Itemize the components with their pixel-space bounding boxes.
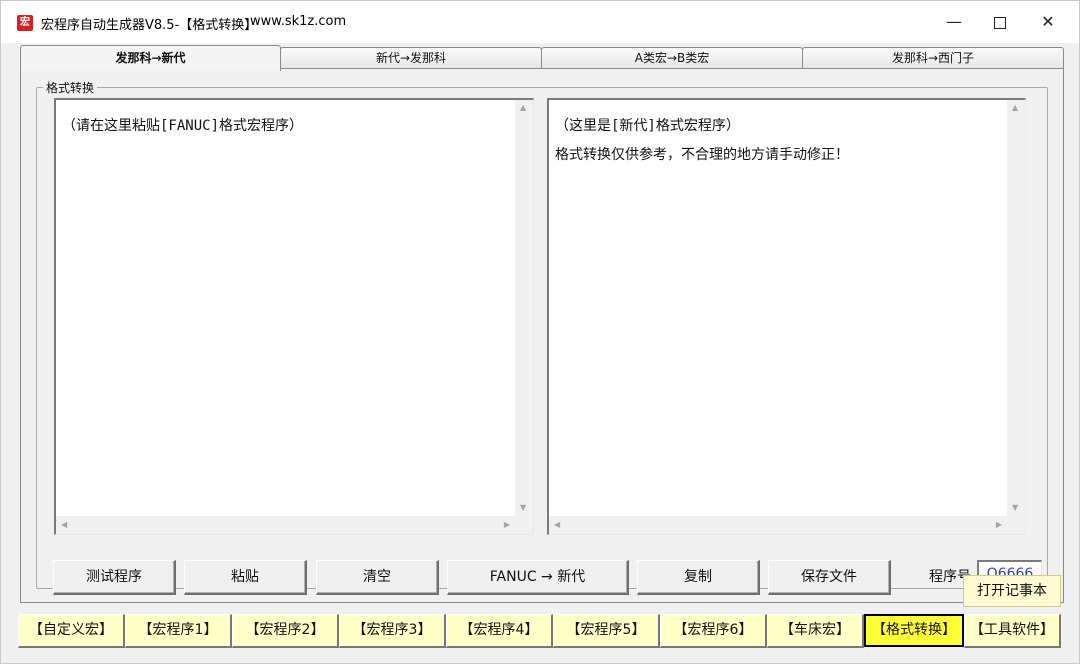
scrollbar-corner [515, 516, 533, 534]
title-bar: 宏 宏程序自动生成器V8.5-【格式转换】 www.sk1z.com — ✕ [1, 1, 1079, 43]
syntec-output-textarea[interactable]: （这里是[新代]格式宏程序） 格式转换仅供参考，不合理的地方请手动修正！ ▲ ▼… [547, 98, 1026, 535]
fanuc-input-textarea[interactable]: （请在这里粘贴[FANUC]格式宏程序） ▲ ▼ ◀ ▶ [54, 98, 534, 535]
minimize-icon: — [946, 12, 962, 31]
scroll-left-icon[interactable]: ◀ [61, 521, 67, 529]
scroll-right-icon[interactable]: ▶ [504, 521, 510, 529]
maximize-button[interactable] [977, 5, 1023, 39]
right-vertical-scrollbar[interactable]: ▲ ▼ [1007, 100, 1025, 516]
tab-fanuc-to-syntec[interactable]: 发那科→新代 [20, 45, 281, 71]
close-button[interactable]: ✕ [1025, 5, 1071, 39]
tab-fanuc-to-siemens[interactable]: 发那科→西门子 [802, 47, 1064, 69]
minimize-button[interactable]: — [931, 5, 977, 39]
close-icon: ✕ [1041, 12, 1055, 31]
scrollbar-corner [1007, 516, 1025, 534]
tab-syntec-to-fanuc[interactable]: 新代→发那科 [280, 47, 542, 69]
bottom-tab-custom-macro[interactable]: 【自定义宏】 [18, 614, 125, 648]
open-notepad-button[interactable]: 打开记事本 [963, 575, 1061, 607]
test-program-button[interactable]: 测试程序 [53, 560, 176, 595]
scroll-down-icon[interactable]: ▼ [1012, 504, 1018, 512]
tab-a-macro-to-b-macro[interactable]: A类宏→B类宏 [541, 47, 803, 69]
bottom-tab-macro-4[interactable]: 【宏程序4】 [446, 614, 553, 648]
scroll-down-icon[interactable]: ▼ [520, 504, 526, 512]
syntec-output-text: （这里是[新代]格式宏程序） 格式转换仅供参考，不合理的地方请手动修正！ [555, 118, 849, 163]
window-title: 宏程序自动生成器V8.5-【格式转换】 [41, 18, 258, 33]
app-icon: 宏 [17, 15, 33, 31]
copy-button[interactable]: 复制 [637, 560, 760, 595]
scroll-right-icon[interactable]: ▶ [996, 521, 1002, 529]
bottom-tab-format-convert[interactable]: 【格式转换】 [864, 614, 964, 647]
clear-button[interactable]: 清空 [316, 560, 439, 595]
bottom-tab-macro-6[interactable]: 【宏程序6】 [660, 614, 767, 648]
bottom-tab-macro-1[interactable]: 【宏程序1】 [125, 614, 232, 648]
app-window: 宏 宏程序自动生成器V8.5-【格式转换】 www.sk1z.com — ✕ 发… [0, 0, 1080, 664]
right-horizontal-scrollbar[interactable]: ◀ ▶ [549, 516, 1007, 534]
tab-panel: 格式转换 （请在这里粘贴[FANUC]格式宏程序） ▲ ▼ ◀ ▶ （这里是[新… [20, 68, 1064, 603]
bottom-tab-macro-3[interactable]: 【宏程序3】 [339, 614, 446, 648]
paste-button[interactable]: 粘贴 [184, 560, 307, 595]
window-site: www.sk1z.com [250, 14, 347, 29]
left-vertical-scrollbar[interactable]: ▲ ▼ [515, 100, 533, 516]
scroll-up-icon[interactable]: ▲ [520, 104, 526, 112]
left-horizontal-scrollbar[interactable]: ◀ ▶ [56, 516, 515, 534]
bottom-tab-macro-5[interactable]: 【宏程序5】 [553, 614, 660, 648]
save-file-button[interactable]: 保存文件 [768, 560, 891, 595]
bottom-tab-tool-software[interactable]: 【工具软件】 [964, 614, 1061, 648]
convert-button[interactable]: FANUC → 新代 [447, 560, 629, 595]
scroll-left-icon[interactable]: ◀ [554, 521, 560, 529]
scroll-up-icon[interactable]: ▲ [1012, 104, 1018, 112]
bottom-tab-lathe-macro[interactable]: 【车床宏】 [767, 614, 864, 648]
bottom-tab-macro-2[interactable]: 【宏程序2】 [232, 614, 339, 648]
format-convert-group: 格式转换 （请在这里粘贴[FANUC]格式宏程序） ▲ ▼ ◀ ▶ （这里是[新… [36, 79, 1048, 595]
fanuc-input-text: （请在这里粘贴[FANUC]格式宏程序） [62, 118, 304, 134]
maximize-icon [994, 16, 1006, 29]
group-title: 格式转换 [43, 79, 98, 96]
